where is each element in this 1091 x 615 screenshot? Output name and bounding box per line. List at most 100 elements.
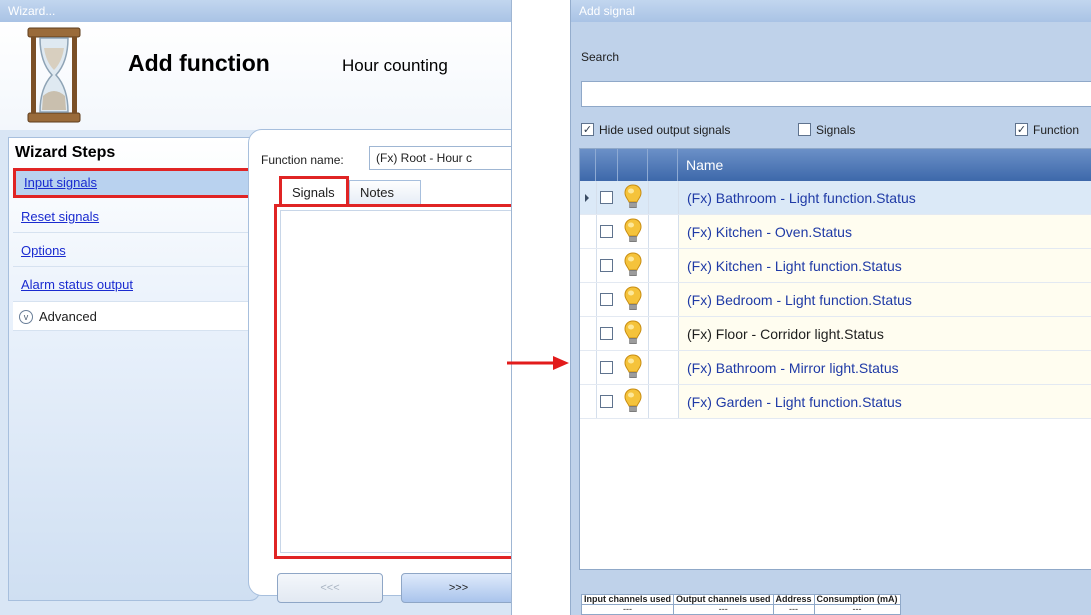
row-name-cell: (Fx) Garden - Light function.Status (678, 385, 1091, 418)
wizard-content-panel: Function name: (Fx) Root - Hour c Notes … (248, 129, 511, 596)
row-name-cell: (Fx) Kitchen - Oven.Status (678, 215, 1091, 248)
row-checkbox[interactable] (600, 327, 613, 340)
page-title: Add function (128, 50, 270, 76)
step-divider (13, 266, 255, 267)
bulb-icon (624, 388, 642, 412)
step-divider (13, 232, 255, 233)
checkbox-checked: ✓ (1015, 123, 1028, 137)
row-icon-cell (618, 317, 649, 350)
row-blank-cell (648, 351, 679, 384)
stats-table: Input channels used Output channels used… (580, 594, 901, 615)
arrow-right-icon (507, 356, 569, 370)
grid-header-check[interactable] (596, 149, 618, 181)
next-button[interactable]: >>> (401, 573, 511, 603)
row-checkbox-cell[interactable] (596, 249, 618, 282)
row-blank-cell (648, 385, 679, 418)
table-row[interactable]: (Fx) Kitchen - Light function.Status (580, 249, 1091, 283)
row-icon-cell (618, 249, 649, 282)
bulb-icon (624, 354, 642, 378)
table-row[interactable]: (Fx) Bathroom - Light function.Status (580, 181, 1091, 215)
checkbox-unchecked (798, 123, 811, 137)
stats-header-consumption: Consumption (mA) (813, 594, 901, 605)
signals-checkbox[interactable]: Signals (798, 121, 855, 139)
signal-name: (Fx) Kitchen - Light function.Status (687, 258, 902, 274)
row-checkbox[interactable] (600, 395, 613, 408)
row-selector (580, 215, 597, 248)
bulb-icon (624, 252, 642, 276)
table-row[interactable]: (Fx) Bedroom - Light function.Status (580, 283, 1091, 317)
grid-header-selector (580, 149, 596, 181)
row-name-cell: (Fx) Bedroom - Light function.Status (678, 283, 1091, 316)
row-checkbox-cell[interactable] (596, 215, 618, 248)
page-subtitle: Hour counting (342, 56, 448, 75)
dimmer-bulb-icon (624, 320, 642, 344)
checkbox-checked: ✓ (581, 123, 594, 137)
column-header-name[interactable]: Name (686, 157, 723, 173)
stats-header-output-channels: Output channels used (673, 594, 774, 605)
add-signal-title-bar: Add signal (571, 0, 1091, 22)
grid-header-blank[interactable] (648, 149, 678, 181)
tab-signals[interactable]: Signals (279, 176, 349, 204)
signal-name: (Fx) Kitchen - Oven.Status (687, 224, 852, 240)
grid-header: Name (580, 149, 1091, 181)
signal-name: (Fx) Garden - Light function.Status (687, 394, 902, 410)
row-checkbox[interactable] (600, 293, 613, 306)
stats-value-address: --- (772, 604, 815, 615)
row-checkbox-cell[interactable] (596, 283, 618, 316)
step-input-signals[interactable]: Input signals (13, 168, 255, 198)
row-selector (580, 385, 597, 418)
grid-header-icon[interactable] (618, 149, 648, 181)
search-input[interactable] (581, 81, 1091, 107)
add-signal-window: Add signal Search ✓ Hide used output sign… (570, 0, 1091, 615)
step-options[interactable]: Options (13, 236, 255, 266)
row-selector (580, 249, 597, 282)
signals-list[interactable] (280, 210, 511, 553)
table-row[interactable]: (Fx) Floor - Corridor light.Status (580, 317, 1091, 351)
row-blank-cell (648, 215, 679, 248)
stats-value-input-channels: --- (580, 604, 675, 615)
bulb-icon (624, 218, 642, 242)
signal-name: (Fx) Bathroom - Light function.Status (687, 190, 916, 206)
signal-grid: Name (Fx) Bathroom - Light function.Stat… (579, 148, 1091, 570)
function-name-label: Function name: (261, 153, 344, 167)
row-icon-cell (618, 351, 649, 384)
row-blank-cell (648, 249, 679, 282)
search-label: Search (581, 50, 620, 64)
signals-filter-label: Signals (816, 123, 856, 137)
table-row[interactable]: (Fx) Kitchen - Oven.Status (580, 215, 1091, 249)
row-name-cell: (Fx) Floor - Corridor light.Status (678, 317, 1091, 350)
function-filter-label: Function (1033, 123, 1080, 137)
wizard-header: Add function Hour counting (0, 22, 511, 130)
function-checkbox[interactable]: ✓ Function (1015, 121, 1079, 139)
row-checkbox[interactable] (600, 259, 613, 272)
table-row[interactable]: (Fx) Bathroom - Mirror light.Status (580, 351, 1091, 385)
hourglass-icon (27, 27, 81, 123)
signal-name: (Fx) Bedroom - Light function.Status (687, 292, 912, 308)
step-reset-signals[interactable]: Reset signals (13, 202, 255, 232)
stats-value-output-channels: --- (673, 604, 774, 615)
function-name-input[interactable]: (Fx) Root - Hour c (369, 146, 511, 170)
row-icon-cell (618, 385, 649, 418)
row-name-cell: (Fx) Bathroom - Mirror light.Status (678, 351, 1091, 384)
row-blank-cell (648, 283, 679, 316)
row-name-cell: (Fx) Kitchen - Light function.Status (678, 249, 1091, 282)
signal-name: (Fx) Floor - Corridor light.Status (687, 326, 884, 342)
bulb-icon (624, 286, 642, 310)
row-checkbox-cell[interactable] (596, 317, 618, 350)
row-checkbox-cell[interactable] (596, 351, 618, 384)
wizard-window: Wizard... Add function Hour counting Wiz… (0, 0, 512, 615)
row-checkbox[interactable] (600, 191, 613, 204)
table-row[interactable]: (Fx) Garden - Light function.Status (580, 385, 1091, 419)
row-checkbox-cell[interactable] (596, 385, 618, 418)
advanced-expander[interactable]: v Advanced (13, 301, 255, 331)
row-checkbox[interactable] (600, 225, 613, 238)
step-alarm-status-output[interactable]: Alarm status output (13, 270, 255, 300)
chevron-down-icon: v (19, 310, 33, 324)
hide-used-output-signals-checkbox[interactable]: ✓ Hide used output signals (581, 121, 730, 139)
row-checkbox-cell[interactable] (596, 181, 618, 214)
row-checkbox[interactable] (600, 361, 613, 374)
previous-button[interactable]: <<< (277, 573, 383, 603)
row-selector (580, 317, 597, 350)
row-icon-cell (618, 283, 649, 316)
wizard-steps-title: Wizard Steps (15, 144, 116, 161)
